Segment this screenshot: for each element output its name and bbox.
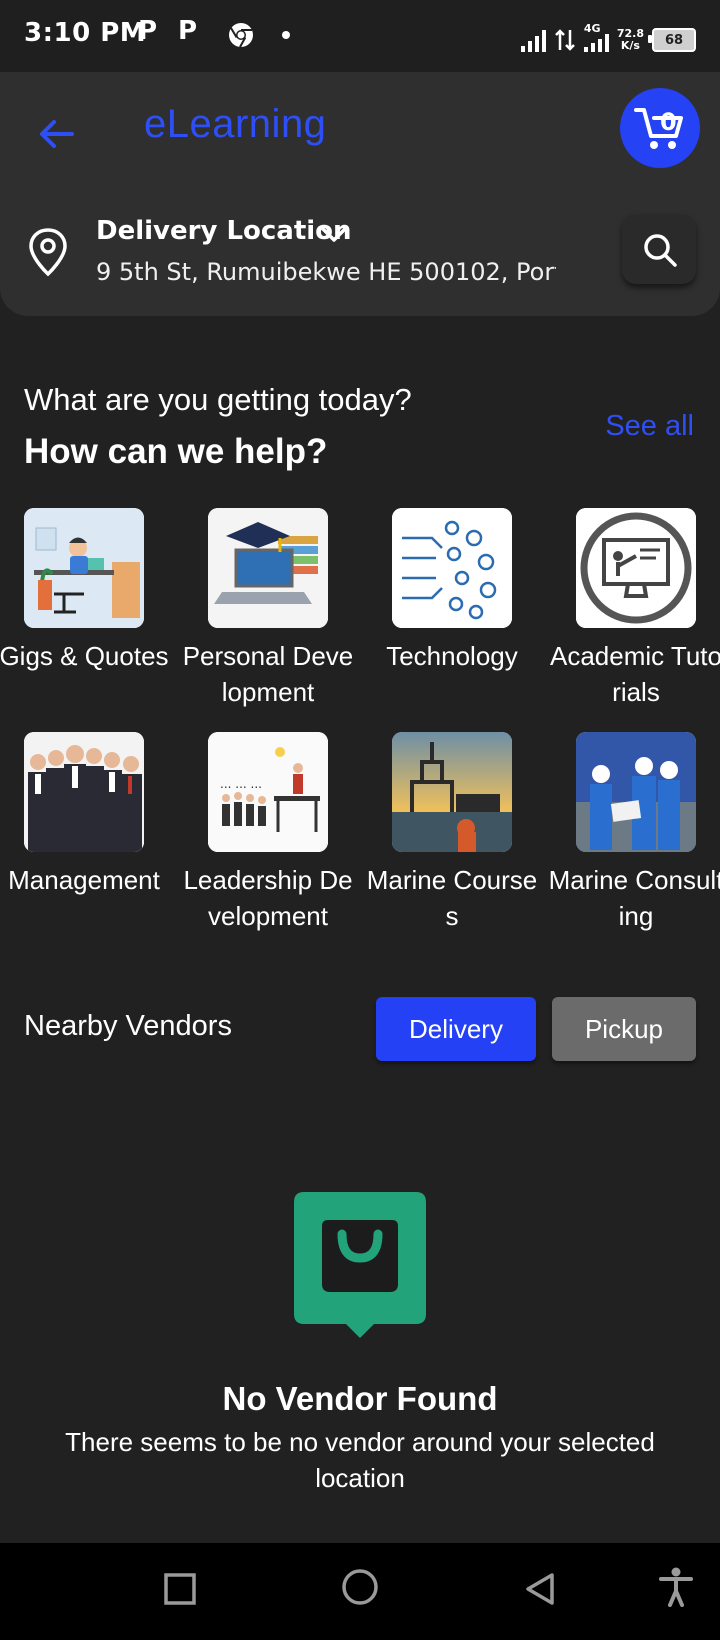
signal-icon-2 (583, 34, 609, 52)
category-academic-tutorials[interactable]: Academic Tutorials (544, 508, 720, 710)
category-label: Leadership Development (183, 865, 353, 931)
search-button[interactable] (622, 214, 696, 284)
location-pin-icon (29, 228, 67, 277)
signal-4g: 4G (583, 23, 609, 52)
recent-apps-icon[interactable] (162, 1571, 198, 1607)
category-gigs-quotes[interactable]: Gigs & Quotes (0, 508, 176, 674)
category-label: Marine Consulting (548, 865, 720, 931)
status-time: 3:10 PM (24, 18, 147, 48)
status-indicators: 4G 72.8 K/s 68 (520, 20, 696, 52)
nearby-vendors-heading: Nearby Vendors (24, 1010, 232, 1042)
category-marine-consulting[interactable]: Marine Consulting (544, 732, 720, 934)
see-all-link[interactable]: See all (605, 410, 694, 443)
category-personal-development[interactable]: Personal Development (176, 508, 360, 710)
monitor-presentation-icon (576, 508, 696, 628)
app-header: eLearning 0 Delivery Location 9 5th St, … (0, 72, 720, 316)
category-label: Marine Courses (366, 865, 538, 931)
system-navigation-bar (0, 1543, 720, 1640)
delivery-location-label[interactable]: Delivery Location (96, 216, 352, 246)
no-vendor-description: There seems to be no vendor around your … (65, 1427, 655, 1493)
accessibility-icon[interactable] (658, 1567, 694, 1607)
business-team-photo-icon (24, 732, 144, 852)
section-subtitle: What are you getting today? (24, 382, 412, 417)
data-transfer-icon (554, 29, 575, 51)
cart-count-badge: 0 (660, 108, 677, 136)
empty-shopping-bag-icon (294, 1192, 426, 1338)
category-label: Technology (386, 641, 518, 671)
office-worker-illustration-icon (24, 508, 144, 628)
chevron-down-icon[interactable] (318, 220, 350, 248)
leader-presenting-illustration-icon: ... ... ... (208, 732, 328, 852)
notification-p-icon: P (138, 16, 158, 46)
category-leadership-development[interactable]: ... ... ... Leadership Development (176, 732, 360, 934)
battery-icon: 68 (648, 28, 696, 52)
category-label: Academic Tutorials (550, 641, 720, 707)
no-vendor-title: No Vendor Found (222, 1380, 498, 1417)
tech-circuit-icons-icon (392, 508, 512, 628)
chrome-icon (229, 23, 253, 48)
offshore-rig-photo-icon (392, 732, 512, 852)
category-label: Gigs & Quotes (0, 641, 169, 671)
category-technology[interactable]: Technology (360, 508, 544, 674)
back-nav-icon[interactable] (522, 1571, 558, 1607)
status-bar: 3:10 PM P P 4G 72.8 K/s 68 (0, 0, 720, 72)
delivery-address[interactable]: 9 5th St, Rumuibekwe HE 500102, Port ... (96, 258, 556, 286)
category-marine-courses[interactable]: Marine Courses (360, 732, 544, 934)
category-management[interactable]: Management (0, 732, 176, 898)
category-label: Personal Development (182, 641, 354, 707)
category-label: Management (8, 865, 160, 895)
svg-text:... ... ...: ... ... ... (220, 777, 262, 791)
more-notifications-dot (282, 31, 290, 39)
laptop-graduation-cap-icon (208, 508, 328, 628)
section-title: How can we help? (24, 432, 328, 471)
notification-p-icon: P (178, 16, 198, 46)
cart-button[interactable]: 0 (620, 88, 700, 168)
network-speed: 72.8 K/s (616, 27, 644, 52)
page-title: eLearning (144, 102, 327, 146)
pickup-tab-button[interactable]: Pickup (552, 997, 696, 1061)
signal-icon (520, 28, 546, 52)
back-arrow-icon[interactable] (34, 112, 78, 156)
delivery-tab-button[interactable]: Delivery (376, 997, 536, 1061)
search-icon (644, 234, 677, 267)
engineers-at-ship-photo-icon (576, 732, 696, 852)
home-icon[interactable] (340, 1567, 380, 1607)
